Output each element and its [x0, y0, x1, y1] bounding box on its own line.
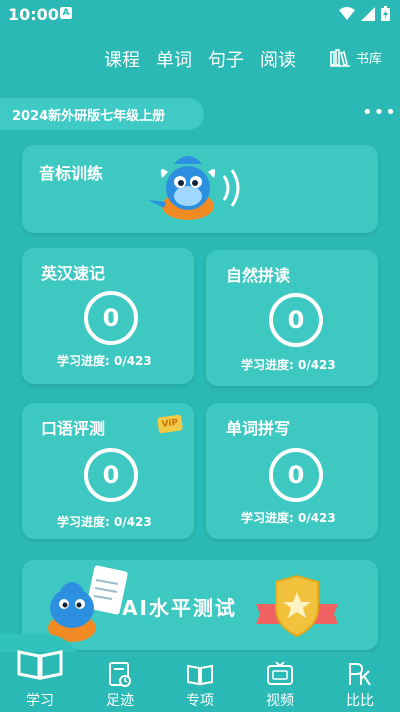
- card-title: 自然拼读: [226, 266, 291, 285]
- progress-text: 学习进度: 0/423: [57, 354, 152, 368]
- card-title: 音标训练: [39, 164, 104, 183]
- history-icon: [109, 662, 131, 687]
- natural-phonics-card[interactable]: 自然拼读 0 学习进度: 0/423: [206, 250, 378, 386]
- status-bar: 10:00 A: [0, 0, 400, 30]
- status-time: 10:00: [8, 5, 59, 24]
- edition-label: 2024新外研版七年级上册: [12, 108, 166, 124]
- open-book-icon: [187, 664, 213, 686]
- bookshelf-icon: [330, 48, 350, 67]
- progress-text: 学习进度: 0/423: [241, 511, 336, 525]
- wifi-icon: [339, 6, 355, 20]
- card-title: 口语评测: [41, 419, 106, 438]
- card-title: AI水平测试: [122, 596, 237, 620]
- nav-label: 视频: [266, 693, 294, 709]
- nav-label: 足迹: [106, 693, 134, 709]
- bottom-nav: 学习 足迹 专项 视频 比比: [0, 650, 400, 712]
- count-circle: 0: [269, 293, 323, 347]
- nav-item-footprint[interactable]: 足迹: [80, 652, 160, 712]
- progress-text: 学习进度: 0/423: [57, 515, 152, 529]
- nav-item-video[interactable]: 视频: [240, 652, 320, 712]
- top-tabs: 课程 单词 句子 阅读: [104, 46, 296, 72]
- bookshelf-button[interactable]: 书库: [330, 48, 382, 67]
- pk-icon: [349, 663, 371, 686]
- count-circle: 0: [84, 448, 138, 502]
- count-circle: 0: [84, 291, 138, 345]
- battery-icon: [381, 6, 390, 21]
- signal-icon: [361, 6, 375, 21]
- status-icons: [339, 6, 390, 21]
- bookshelf-label: 书库: [356, 52, 383, 67]
- tab-course[interactable]: 课程: [104, 46, 140, 72]
- card-title: 单词拼写: [226, 419, 291, 438]
- notification-icon: A: [60, 7, 72, 19]
- progress-text: 学习进度: 0/423: [241, 358, 336, 372]
- card-title: 英汉速记: [41, 264, 106, 283]
- quick-memory-card[interactable]: 英汉速记 0 学习进度: 0/423: [22, 248, 194, 384]
- nav-item-special[interactable]: 专项: [160, 652, 240, 712]
- word-spelling-card[interactable]: 单词拼写 0 学习进度: 0/423: [206, 403, 378, 539]
- phonics-training-card[interactable]: 音标训练: [22, 145, 378, 233]
- nav-label: 学习: [26, 693, 54, 709]
- tab-sentences[interactable]: 句子: [208, 46, 244, 72]
- medal-shield-icon: [256, 574, 338, 638]
- nav-label: 专项: [186, 693, 214, 709]
- bird-mascot-icon: [148, 156, 240, 220]
- nav-item-study[interactable]: 学习: [0, 650, 80, 712]
- count-circle: 0: [269, 448, 323, 502]
- tab-reading[interactable]: 阅读: [260, 46, 296, 72]
- tv-icon: [267, 662, 293, 685]
- nav-item-pk[interactable]: 比比: [320, 652, 400, 712]
- edition-selector[interactable]: 2024新外研版七年级上册: [0, 98, 204, 130]
- tab-words[interactable]: 单词: [156, 46, 192, 72]
- vip-badge: ViP: [157, 414, 183, 434]
- more-options-icon[interactable]: •••: [362, 104, 397, 122]
- book-icon: [17, 650, 63, 680]
- nav-label: 比比: [346, 693, 374, 709]
